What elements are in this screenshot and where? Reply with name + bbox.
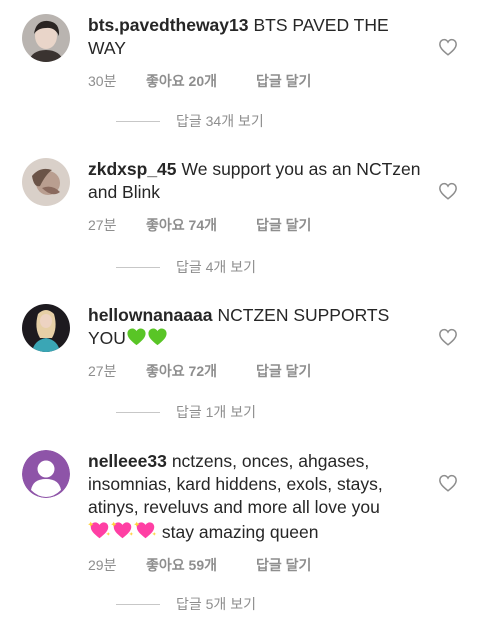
thread-line [116, 120, 160, 122]
comment-meta: 30분 좋아요 20개 답글 달기 [88, 71, 428, 91]
likes-count[interactable]: 좋아요 74개 [146, 215, 256, 235]
reply-button[interactable]: 답글 달기 [256, 555, 311, 575]
username-link[interactable]: hellownanaaaa [88, 305, 213, 325]
sparkling-heart-icon [134, 521, 157, 539]
comment-time: 29분 [88, 557, 117, 573]
reply-button[interactable]: 답글 달기 [256, 215, 311, 235]
comment-text-tail: stay amazing queen [161, 522, 319, 542]
comment-body: bts.pavedtheway13 BTS PAVED THE WAY 30분 좋… [88, 14, 428, 91]
comment-body: hellownanaaaa NCTZEN SUPPORTS YOU 27분 좋아요… [88, 304, 428, 381]
thread-line [116, 266, 160, 268]
view-replies-label[interactable]: 답글 4개 보기 [176, 257, 256, 277]
green-heart-icon [148, 328, 167, 346]
view-replies-label[interactable]: 답글 1개 보기 [176, 402, 256, 422]
username-link[interactable]: nelleee33 [88, 451, 167, 471]
sparkling-heart-emoji-group [88, 519, 157, 540]
comment-text-block: nelleee33 nctzens, onces, ahgases, insomn… [88, 450, 428, 544]
heart-outline-icon[interactable] [438, 328, 458, 346]
comment-body: nelleee33 nctzens, onces, ahgases, insomn… [88, 450, 428, 575]
reply-button[interactable]: 답글 달기 [256, 71, 311, 91]
default-avatar[interactable] [22, 450, 70, 498]
avatar[interactable] [22, 14, 70, 62]
username-link[interactable]: zkdxsp_45 [88, 159, 177, 179]
avatar[interactable] [22, 304, 70, 352]
likes-count[interactable]: 좋아요 20개 [146, 71, 256, 91]
reply-button[interactable]: 답글 달기 [256, 361, 311, 381]
thread-line [116, 603, 160, 605]
avatar[interactable] [22, 158, 70, 206]
comment-meta: 27분 좋아요 74개 답글 달기 [88, 215, 428, 235]
username-link[interactable]: bts.pavedtheway13 [88, 15, 248, 35]
view-replies-link[interactable]: 답글 5개 보기 [116, 594, 256, 614]
view-replies-label[interactable]: 답글 5개 보기 [176, 594, 256, 614]
view-replies-link[interactable]: 답글 1개 보기 [116, 402, 256, 422]
sparkling-heart-icon [88, 521, 111, 539]
comment-body: zkdxsp_45 We support you as an NCTzen and… [88, 158, 428, 235]
likes-count[interactable]: 좋아요 59개 [146, 555, 256, 575]
comment-time: 27분 [88, 363, 117, 379]
heart-outline-icon[interactable] [438, 38, 458, 56]
comment-text-block: hellownanaaaa NCTZEN SUPPORTS YOU [88, 304, 428, 350]
view-replies-link[interactable]: 답글 34개 보기 [116, 111, 264, 131]
thread-line [116, 411, 160, 413]
heart-outline-icon[interactable] [438, 182, 458, 200]
heart-outline-icon[interactable] [438, 474, 458, 492]
comment-meta: 29분 좋아요 59개 답글 달기 [88, 555, 428, 575]
green-heart-icon [127, 328, 146, 346]
view-replies-label[interactable]: 답글 34개 보기 [176, 111, 264, 131]
comment-time: 30분 [88, 73, 117, 89]
green-heart-emoji-pair [126, 327, 168, 346]
likes-count[interactable]: 좋아요 72개 [146, 361, 256, 381]
view-replies-link[interactable]: 답글 4개 보기 [116, 257, 256, 277]
comment-text-block: zkdxsp_45 We support you as an NCTzen and… [88, 158, 428, 204]
sparkling-heart-icon [111, 521, 134, 539]
comment-time: 27분 [88, 217, 117, 233]
comment-text-block: bts.pavedtheway13 BTS PAVED THE WAY [88, 14, 428, 60]
comment-meta: 27분 좋아요 72개 답글 달기 [88, 361, 428, 381]
